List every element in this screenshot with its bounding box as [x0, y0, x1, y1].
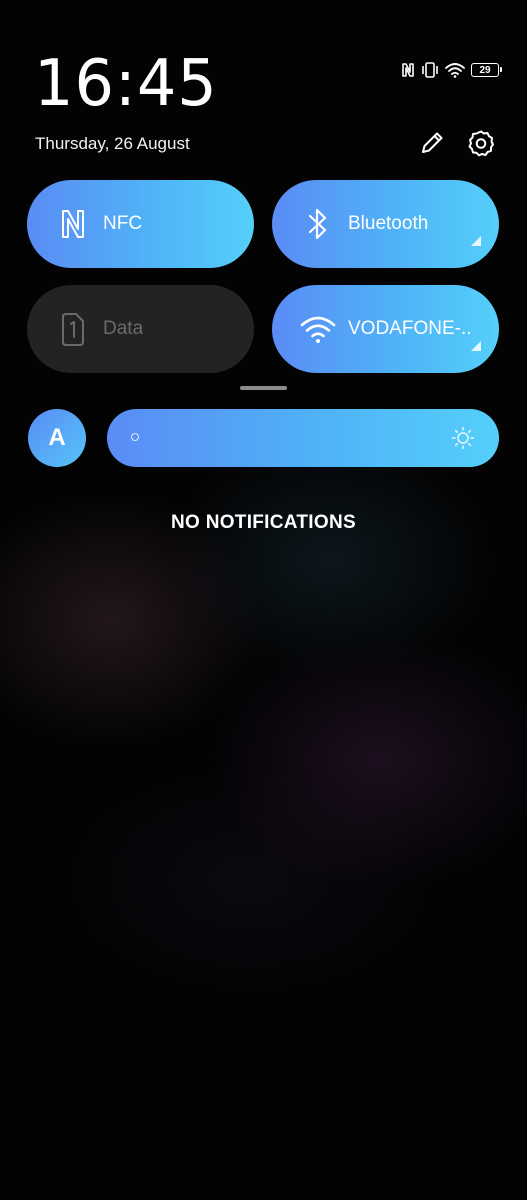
tile-expand-indicator — [471, 236, 481, 246]
edit-icon[interactable] — [417, 128, 447, 158]
nfc-icon — [53, 204, 93, 244]
status-icons: 29 — [401, 62, 502, 78]
clock-time: 16:45 — [34, 47, 218, 121]
sim-card-icon — [53, 309, 93, 349]
tile-nfc-label: NFC — [103, 213, 143, 234]
tile-mobile-data-label: Data — [103, 318, 144, 339]
wifi-icon — [298, 309, 338, 349]
tile-wifi-label: VODAFONE-.. — [348, 318, 472, 339]
tile-wifi[interactable]: VODAFONE-.. — [272, 285, 499, 373]
nfc-status-icon — [401, 62, 415, 78]
tile-mobile-data[interactable]: Data — [27, 285, 254, 373]
date-label: Thursday, 26 August — [35, 134, 190, 153]
no-notifications-label: NO NOTIFICATIONS — [171, 512, 356, 533]
bluetooth-icon — [298, 204, 338, 244]
brightness-high-icon — [451, 426, 475, 450]
brightness-low-icon — [131, 433, 139, 441]
tile-expand-indicator — [471, 341, 481, 351]
brightness-slider[interactable] — [107, 409, 499, 467]
tile-nfc[interactable]: NFC — [27, 180, 254, 268]
wifi-status-icon — [445, 62, 465, 78]
tile-bluetooth-label: Bluetooth — [348, 213, 429, 234]
settings-icon[interactable] — [466, 128, 496, 158]
panel-drag-handle[interactable] — [240, 386, 287, 390]
tile-bluetooth[interactable]: Bluetooth — [272, 180, 499, 268]
auto-brightness-button[interactable]: A — [28, 409, 86, 467]
battery-icon: 29 — [471, 63, 502, 77]
brightness-slider-fill — [107, 409, 499, 467]
vibrate-icon — [421, 62, 439, 78]
